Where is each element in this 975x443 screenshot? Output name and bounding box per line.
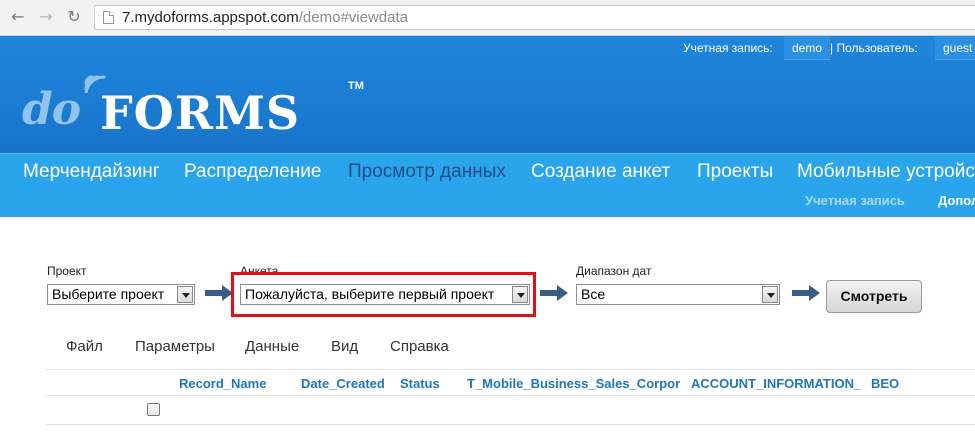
- chevron-down-icon: [512, 286, 528, 303]
- chevron-down-icon: [762, 286, 778, 303]
- column-header-t-mobile[interactable]: T_Mobile_Business_Sales_Corpor: [467, 376, 680, 391]
- nav-item-projects[interactable]: Проекты: [697, 161, 773, 183]
- menu-data[interactable]: Данные: [245, 338, 299, 355]
- url-path: /demo#viewdata: [298, 9, 408, 26]
- date-range-select[interactable]: Все: [576, 284, 780, 305]
- column-header-status[interactable]: Status: [400, 376, 440, 391]
- address-bar[interactable]: 7.mydoforms.appspot.com/demo#viewdata: [94, 5, 975, 30]
- column-header-date-created[interactable]: Date_Created: [301, 376, 385, 391]
- back-arrow-icon[interactable]: ←: [8, 7, 28, 27]
- nav-item-form-builder[interactable]: Создание анкет: [531, 161, 670, 183]
- column-header-account-information[interactable]: ACCOUNT_INFORMATION_: [691, 376, 861, 391]
- user-value[interactable]: guest: [935, 36, 975, 60]
- form-select-value: Пожалуйста, выберите первый проект: [245, 286, 495, 302]
- select-all-checkbox[interactable]: [147, 403, 160, 416]
- column-header-record-name[interactable]: Record_Name: [179, 376, 266, 391]
- project-select[interactable]: Выберите проект: [47, 284, 195, 305]
- arrow-right-icon: [205, 285, 233, 301]
- column-header-beo[interactable]: BEO: [871, 376, 899, 391]
- form-select[interactable]: Пожалуйста, выберите первый проект: [240, 284, 530, 305]
- menu-options[interactable]: Параметры: [135, 338, 215, 355]
- subnav-item-account[interactable]: Учетная запись: [805, 193, 905, 208]
- user-label: | Пользователь:: [830, 41, 918, 55]
- project-label: Проект: [47, 264, 87, 278]
- reload-icon[interactable]: ↻: [64, 7, 84, 27]
- menu-file[interactable]: Файл: [66, 338, 103, 355]
- grid-row-border: [46, 424, 975, 425]
- chevron-down-icon: [177, 286, 193, 303]
- view-button[interactable]: Смотреть: [826, 280, 922, 313]
- date-range-select-value: Все: [581, 286, 606, 302]
- logo-do-text: do: [22, 84, 81, 135]
- nav-item-view-data[interactable]: Просмотр данных: [348, 161, 506, 183]
- forward-arrow-icon[interactable]: →: [36, 7, 56, 27]
- browser-toolbar: ← → ↻ 7.mydoforms.appspot.com/demo#viewd…: [0, 0, 975, 36]
- account-bar: Учетная запись: demo | Пользователь: gue…: [675, 36, 975, 60]
- logo-forms-text: FORMS: [100, 86, 301, 140]
- main-nav: Мерчендайзинг Распределение Просмотр дан…: [0, 153, 975, 217]
- page-icon: [103, 11, 114, 24]
- arrow-right-icon: [540, 285, 568, 301]
- site-header: Учетная запись: demo | Пользователь: gue…: [0, 36, 975, 153]
- url-text: 7.mydoforms.appspot.com/demo#viewdata: [122, 9, 408, 26]
- arrow-right-icon: [792, 285, 820, 301]
- grid-top-border: [46, 369, 975, 370]
- subnav-item-additional[interactable]: Допол: [938, 193, 975, 208]
- date-range-label: Диапазон дат: [576, 264, 652, 278]
- project-select-value: Выберите проект: [52, 286, 165, 302]
- nav-item-dispatch[interactable]: Распределение: [184, 161, 321, 183]
- logo-trademark: TM: [348, 80, 364, 92]
- account-value[interactable]: demo: [784, 36, 831, 60]
- account-label: Учетная запись:: [683, 41, 773, 55]
- grid-header-border: [46, 395, 975, 396]
- menu-help[interactable]: Справка: [390, 338, 449, 355]
- menu-view[interactable]: Вид: [331, 338, 358, 355]
- nav-item-merchandising[interactable]: Мерчендайзинг: [23, 161, 160, 183]
- url-host: 7.mydoforms.appspot.com: [122, 9, 299, 26]
- nav-item-mobile-devices[interactable]: Мобильные устройс: [797, 161, 975, 183]
